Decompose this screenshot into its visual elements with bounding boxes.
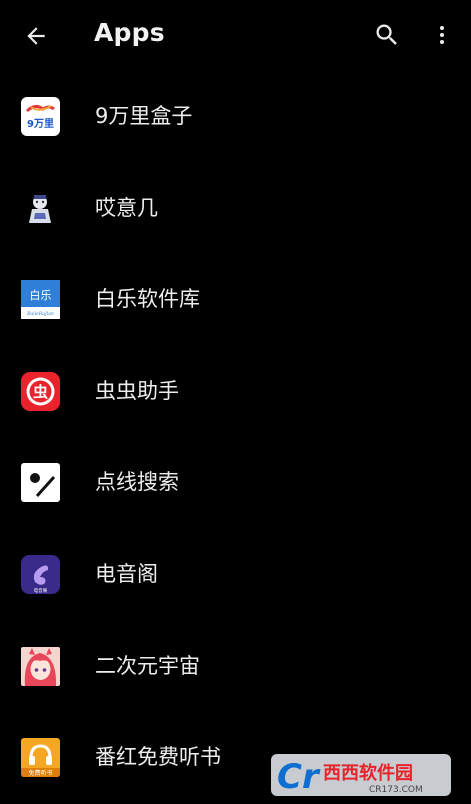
list-item[interactable]: 虫 虫虫助手: [0, 346, 471, 438]
app-label: 电音阁: [95, 561, 158, 586]
app-label: 哎意几: [95, 195, 158, 220]
erciyuan-universe-icon: [21, 646, 60, 686]
watermark-site: CR173.COM: [369, 785, 423, 795]
dianxian-search-icon: [21, 463, 60, 503]
icon-text: 电音阁: [34, 587, 48, 594]
list-item[interactable]: 点线搜索: [0, 437, 471, 529]
9wanli-box-icon: 9万里: [21, 97, 60, 136]
app-label: 点线搜索: [95, 470, 179, 495]
baile-library-icon: 白乐 BaileRuJian: [21, 280, 60, 320]
app-label: 二次元宇宙: [95, 653, 200, 678]
list-item[interactable]: 9万里 9万里盒子: [0, 71, 471, 163]
aiyiji-icon: [21, 188, 60, 228]
icon-text: 虫: [33, 383, 48, 401]
search-button[interactable]: [372, 20, 402, 50]
list-item[interactable]: 电音阁 电音阁: [0, 529, 471, 621]
more-options-button[interactable]: [428, 20, 456, 50]
back-button[interactable]: [20, 20, 52, 52]
watermark-logo: Cr 西西软件园 CR173.COM: [271, 750, 451, 800]
icon-subtext: BaileRuJian: [26, 311, 54, 317]
list-item[interactable]: 白乐 BaileRuJian 白乐软件库: [0, 254, 471, 346]
search-icon: [376, 24, 397, 45]
icon-text: 9万里: [27, 118, 54, 130]
icon-text: 免费听书: [28, 769, 52, 777]
icon-text: 白乐: [30, 288, 52, 302]
arrow-back-icon: [27, 27, 45, 45]
app-label: 9万里盒子: [95, 104, 193, 128]
app-label: 番红免费听书: [95, 745, 221, 770]
app-label: 虫虫助手: [95, 378, 179, 403]
watermark-brand: 西西软件园: [323, 762, 413, 784]
page-title: Apps: [94, 18, 165, 47]
more-vert-icon: [440, 26, 444, 44]
dianyinge-icon: 电音阁: [21, 554, 60, 594]
app-list: 9万里 9万里盒子 哎意几 白乐 BaileRuJian 白乐软件库 虫 虫虫助…: [0, 71, 471, 804]
list-item[interactable]: 二次元宇宙: [0, 621, 471, 713]
svg-text:Cr: Cr: [277, 757, 321, 797]
app-bar: Apps: [0, 0, 471, 70]
chongchong-helper-icon: 虫: [21, 371, 60, 411]
fanhong-audiobook-icon: 免费听书: [21, 738, 60, 778]
app-label: 白乐软件库: [95, 287, 200, 312]
list-item[interactable]: 哎意几: [0, 163, 471, 255]
